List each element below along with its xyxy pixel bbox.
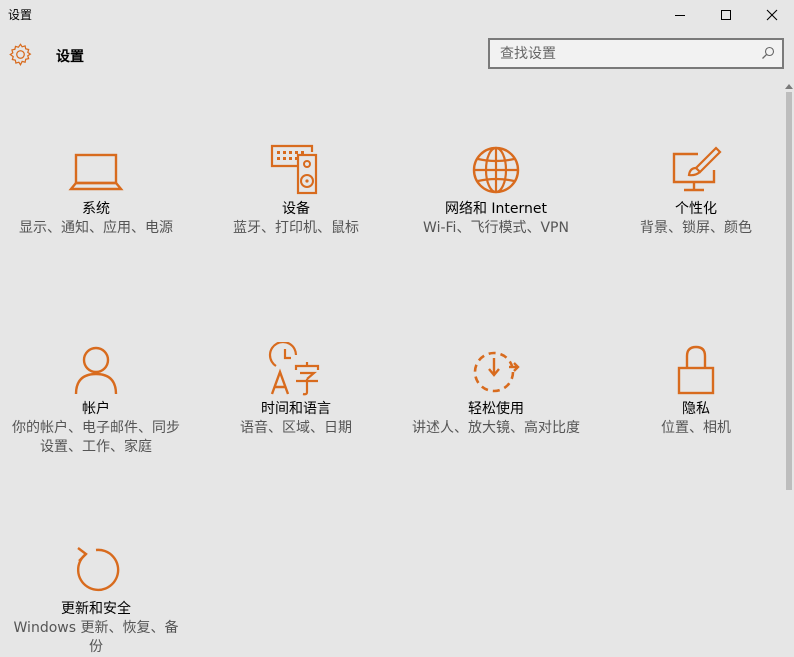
tile-desc: 蓝牙、打印机、鼠标 <box>233 220 359 236</box>
tile-desc: 背景、锁屏、颜色 <box>640 220 752 236</box>
tile-desc: 讲述人、放大镜、高对比度 <box>412 420 580 436</box>
person-icon <box>74 346 118 395</box>
minimize-button[interactable] <box>657 0 703 30</box>
tile-ease-of-access[interactable]: 轻松使用 讲述人、放大镜、高对比度 <box>411 342 581 438</box>
tile-accounts[interactable]: 帐户 你的帐户、电子邮件、同步设置、工作、家庭 <box>11 342 181 457</box>
tile-network[interactable]: 网络和 Internet Wi-Fi、飞行模式、VPN <box>411 142 581 238</box>
tile-desc: 显示、通知、应用、电源 <box>19 220 173 236</box>
tile-desc: Windows 更新、恢复、备份 <box>13 620 179 655</box>
tile-name: 设备 <box>282 201 310 217</box>
tile-name: 更新和安全 <box>61 601 131 617</box>
ease-of-access-icon <box>473 351 520 393</box>
minimize-icon <box>675 15 685 16</box>
tile-desc: 位置、相机 <box>661 420 731 436</box>
clock-language-icon <box>268 342 320 396</box>
tile-name: 时间和语言 <box>261 401 331 417</box>
lock-icon <box>677 345 715 395</box>
app-header: 设置 <box>0 30 794 80</box>
tile-privacy[interactable]: 隐私 位置、相机 <box>611 342 781 438</box>
tile-name: 网络和 Internet <box>444 201 548 217</box>
page-title: 设置 <box>56 49 84 65</box>
laptop-icon <box>68 153 124 191</box>
paint-brush-monitor-icon <box>672 146 722 192</box>
close-button[interactable] <box>749 0 794 30</box>
tile-desc: 语音、区域、日期 <box>240 420 352 436</box>
tile-name: 个性化 <box>675 201 717 217</box>
gear-icon <box>9 43 32 66</box>
tile-name: 系统 <box>82 201 110 217</box>
tile-name: 帐户 <box>82 401 110 417</box>
window-title: 设置 <box>8 8 33 22</box>
tile-devices[interactable]: 设备 蓝牙、打印机、鼠标 <box>211 142 381 238</box>
globe-icon <box>472 146 520 194</box>
tile-name: 轻松使用 <box>468 401 524 417</box>
search-box[interactable] <box>488 38 784 69</box>
tile-desc: Wi-Fi、飞行模式、VPN <box>423 220 569 236</box>
title-bar: 设置 <box>0 0 794 30</box>
refresh-icon <box>76 547 120 592</box>
tile-system[interactable]: 系统 显示、通知、应用、电源 <box>11 142 181 238</box>
tile-update-security[interactable]: 更新和安全 Windows 更新、恢复、备份 <box>11 542 181 657</box>
search-icon[interactable] <box>761 46 775 60</box>
maximize-button[interactable] <box>703 0 749 30</box>
close-icon <box>766 9 778 21</box>
vertical-scrollbar[interactable] <box>784 80 794 628</box>
keyboard-speaker-icon <box>270 144 318 195</box>
tile-name: 隐私 <box>682 401 710 417</box>
scroll-up-arrow-icon[interactable] <box>785 84 793 89</box>
tile-desc: 你的帐户、电子邮件、同步设置、工作、家庭 <box>12 420 180 455</box>
maximize-icon <box>721 10 731 20</box>
scroll-thumb[interactable] <box>786 92 792 490</box>
tile-personalization[interactable]: 个性化 背景、锁屏、颜色 <box>611 142 781 238</box>
tile-time-language[interactable]: 时间和语言 语音、区域、日期 <box>211 342 381 438</box>
search-input[interactable] <box>490 40 760 67</box>
